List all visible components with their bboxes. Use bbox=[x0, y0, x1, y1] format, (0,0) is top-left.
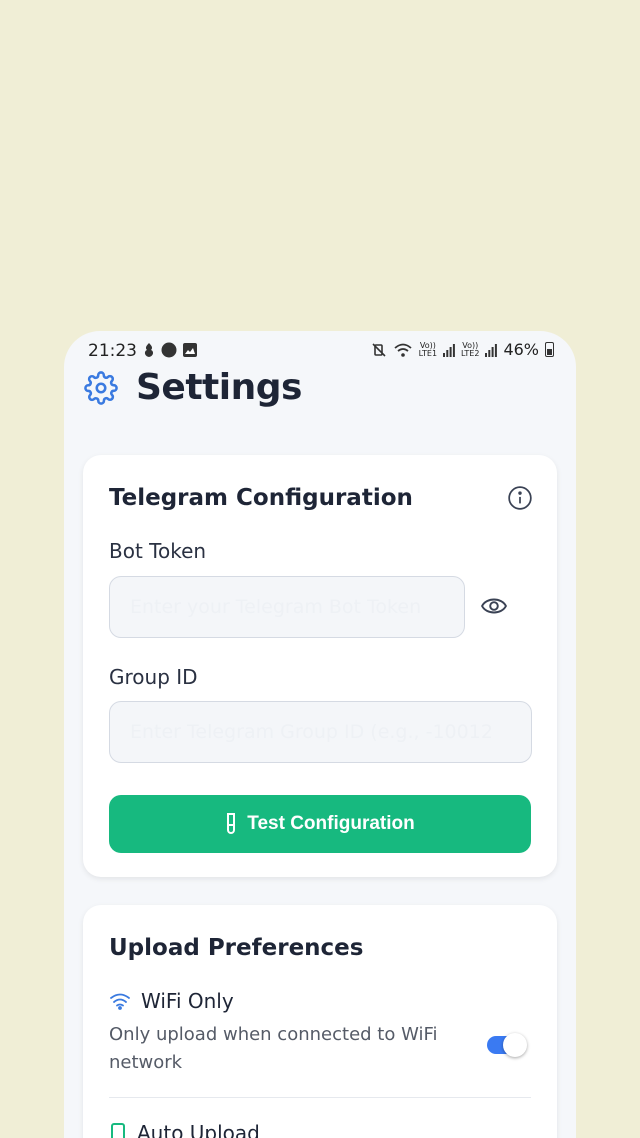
group-id-input[interactable]: Enter Telegram Group ID (e.g., -10012 bbox=[109, 701, 532, 763]
test-configuration-button[interactable]: Test Configuration bbox=[109, 795, 531, 853]
test-configuration-label: Test Configuration bbox=[247, 813, 415, 834]
signal-icon bbox=[485, 343, 498, 357]
wifi-only-row: WiFi Only Only upload when connected to … bbox=[109, 989, 531, 1089]
notification-app-icon bbox=[144, 343, 154, 357]
group-id-label: Group ID bbox=[109, 665, 198, 689]
gallery-icon bbox=[183, 343, 197, 357]
status-system-icons: Vo)) LTE1 Vo)) LTE2 46% bbox=[371, 340, 554, 359]
wifi-icon bbox=[394, 343, 412, 357]
auto-upload-label: Auto Upload bbox=[137, 1121, 260, 1138]
page-header: Settings bbox=[84, 367, 302, 408]
app-screen: 21:23 Vo)) LTE1 Vo)) LTE2 46% Settings T… bbox=[64, 331, 576, 1138]
record-dot-icon bbox=[161, 342, 177, 358]
wifi-only-label: WiFi Only bbox=[141, 989, 234, 1013]
signal-icon bbox=[443, 343, 455, 357]
eye-icon[interactable] bbox=[481, 595, 507, 617]
status-time: 21:23 bbox=[88, 341, 137, 361]
bot-token-label: Bot Token bbox=[109, 539, 207, 563]
status-notification-icons bbox=[142, 342, 198, 358]
phone-icon bbox=[111, 1123, 125, 1138]
telegram-config-card: Telegram Configuration Bot Token Enter y… bbox=[83, 455, 557, 877]
page-title: Settings bbox=[136, 367, 302, 408]
sim1-label: Vo)) LTE1 bbox=[418, 340, 438, 358]
telegram-config-title: Telegram Configuration bbox=[109, 485, 413, 511]
vibrate-mute-icon bbox=[372, 342, 386, 357]
upload-preferences-card: Upload Preferences WiFi Only Only upload… bbox=[83, 905, 557, 1138]
wifi-only-description: Only upload when connected to WiFi netwo… bbox=[109, 1024, 438, 1073]
gear-icon bbox=[84, 370, 118, 405]
upload-preferences-title: Upload Preferences bbox=[109, 935, 364, 961]
info-icon[interactable] bbox=[507, 485, 533, 511]
test-tube-icon bbox=[227, 813, 236, 834]
wifi-icon bbox=[110, 993, 130, 1010]
battery-percent: 46% bbox=[503, 340, 539, 359]
divider bbox=[109, 1097, 531, 1098]
auto-upload-row: Auto Upload bbox=[109, 1121, 531, 1138]
bot-token-input[interactable]: Enter your Telegram Bot Token bbox=[109, 576, 465, 638]
toggle-knob bbox=[503, 1033, 527, 1057]
sim2-label: Vo)) LTE2 bbox=[461, 340, 480, 358]
battery-icon bbox=[545, 342, 554, 357]
status-bar: 21:23 Vo)) LTE1 Vo)) LTE2 46% bbox=[64, 331, 576, 371]
wifi-only-toggle[interactable] bbox=[487, 1033, 527, 1057]
